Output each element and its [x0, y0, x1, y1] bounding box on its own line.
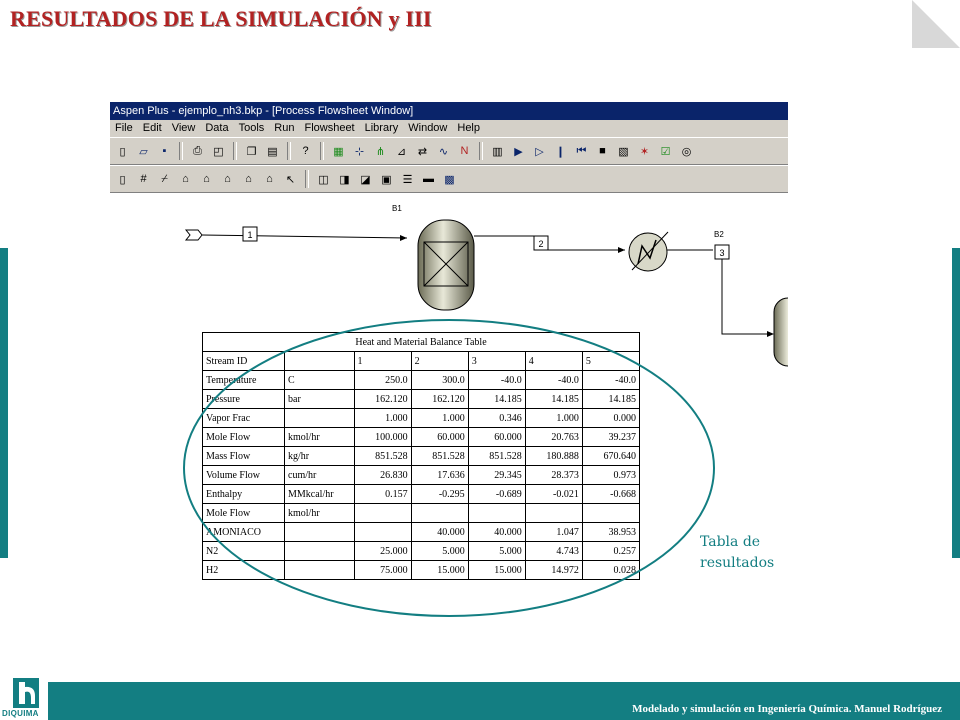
right-accent-bar — [952, 248, 960, 558]
grid-icon[interactable]: # — [134, 169, 153, 189]
pause-icon[interactable]: ❙ — [551, 141, 570, 161]
label-icon[interactable]: ⌂ — [197, 169, 216, 189]
table-icon[interactable]: ◫ — [314, 169, 333, 189]
stream-1-line[interactable] — [201, 234, 408, 239]
whats-this-icon[interactable]: ? — [296, 141, 315, 161]
logo-mark-icon — [13, 678, 39, 708]
stream-3-label: 3 — [719, 248, 724, 258]
highlight-ellipse — [183, 319, 715, 617]
left-accent-bar — [0, 248, 8, 558]
icon-c[interactable]: ⌂ — [260, 169, 279, 189]
icon-a[interactable]: ⌂ — [218, 169, 237, 189]
menu-bar: File Edit View Data Tools Run Flowsheet … — [110, 120, 788, 137]
toolbar-separator — [179, 142, 183, 160]
window-title: Aspen Plus - ejemplo_nh3.bkp - [Process … — [110, 102, 788, 120]
feed-arrow-icon[interactable] — [184, 229, 203, 241]
toolbar-separator — [233, 142, 237, 160]
logo-text: DIQUIMA — [2, 709, 39, 718]
menu-file[interactable]: File — [110, 120, 138, 137]
reinit-icon[interactable]: ⏮ — [572, 141, 591, 161]
view-icon[interactable]: ◪ — [356, 169, 375, 189]
stream-2-line[interactable] — [474, 235, 541, 250]
copy-icon[interactable]: ❐ — [242, 141, 261, 161]
save-icon[interactable]: ▪ — [155, 141, 174, 161]
reconcile-icon[interactable]: ⇄ — [413, 141, 432, 161]
menu-window[interactable]: Window — [403, 120, 452, 137]
stop-icon[interactable]: ■ — [593, 141, 612, 161]
block-b2-label: B2 — [714, 230, 724, 239]
print-icon[interactable]: ⎙ — [188, 141, 207, 161]
diquima-logo: DIQUIMA — [0, 676, 48, 720]
select-icon[interactable]: ▯ — [113, 169, 132, 189]
sheet-icon[interactable]: N — [455, 141, 474, 161]
annotation-line-2: resultados — [700, 555, 775, 571]
streams-icon[interactable]: ⋔ — [371, 141, 390, 161]
icon-b[interactable]: ⌂ — [239, 169, 258, 189]
check-icon[interactable]: ☑ — [656, 141, 675, 161]
flash-block-b2[interactable] — [773, 297, 788, 367]
standard-toolbar: ▯ ▱ ▪ ⎙ ◰ ❐ ▤ ? ▦ ⊹ ⋔ ⊿ ⇄ ∿ N ▥ ▶ ▷ ❙ ⏮ … — [110, 137, 788, 165]
data-browser-icon[interactable]: ▦ — [329, 141, 348, 161]
block-b1-label: B1 — [392, 204, 402, 213]
toolbar-separator — [287, 142, 291, 160]
page-curl-corner — [912, 0, 960, 48]
results-annotation: Tabla de resultados — [700, 532, 774, 574]
footer-bar: Modelado y simulación en Ingeniería Quím… — [48, 682, 960, 720]
insert-icon[interactable]: ▣ — [377, 169, 396, 189]
paste-icon[interactable]: ▤ — [263, 141, 282, 161]
menu-data[interactable]: Data — [200, 120, 233, 137]
toolbar-separator — [320, 142, 324, 160]
print-preview-icon[interactable]: ◰ — [209, 141, 228, 161]
align-icon[interactable]: ⌿ — [155, 169, 174, 189]
next-icon[interactable]: ∿ — [434, 141, 453, 161]
step-icon[interactable]: ▷ — [530, 141, 549, 161]
bar-icon[interactable]: ▬ — [419, 169, 438, 189]
block-icon[interactable]: ⊿ — [392, 141, 411, 161]
menu-flowsheet[interactable]: Flowsheet — [299, 120, 359, 137]
drawing-toolbar: ▯ # ⌿ ⌂ ⌂ ⌂ ⌂ ⌂ ↖ ◫ ◨ ◪ ▣ ☰ ▬ ▩ — [110, 165, 788, 193]
sheet-edit-icon[interactable]: ▩ — [440, 169, 459, 189]
table-view-icon[interactable]: ▥ — [488, 141, 507, 161]
reactor-block-b1[interactable] — [417, 219, 475, 311]
control-panel-icon[interactable]: ▧ — [614, 141, 633, 161]
pointer-icon[interactable]: ↖ — [281, 169, 300, 189]
open-icon[interactable]: ▱ — [134, 141, 153, 161]
slide-title: RESULTADOS DE LA SIMULACIÓN y III — [10, 6, 432, 31]
aspen-window: Aspen Plus - ejemplo_nh3.bkp - [Process … — [110, 102, 788, 193]
menu-view[interactable]: View — [167, 120, 201, 137]
toolbar-separator — [479, 142, 483, 160]
annotation-line-1: Tabla de — [700, 534, 761, 550]
stream-1-label: 1 — [247, 230, 252, 240]
menu-tools[interactable]: Tools — [234, 120, 270, 137]
target-icon[interactable]: ◎ — [677, 141, 696, 161]
stream-2-label: 2 — [538, 239, 543, 249]
toolbar-separator — [305, 170, 309, 188]
menu-run[interactable]: Run — [269, 120, 299, 137]
results-icon[interactable]: ✶ — [635, 141, 654, 161]
menu-library[interactable]: Library — [360, 120, 404, 137]
list-icon[interactable]: ☰ — [398, 169, 417, 189]
shape-icon[interactable]: ⌂ — [176, 169, 195, 189]
menu-help[interactable]: Help — [452, 120, 485, 137]
run-icon[interactable]: ▶ — [509, 141, 528, 161]
heat-exchanger-icon[interactable] — [628, 231, 669, 272]
flowsheet-icon[interactable]: ⊹ — [350, 141, 369, 161]
new-icon[interactable]: ▯ — [113, 141, 132, 161]
zoom-icon[interactable]: ◨ — [335, 169, 354, 189]
menu-edit[interactable]: Edit — [138, 120, 167, 137]
footer-text: Modelado y simulación en Ingeniería Quím… — [632, 703, 942, 715]
